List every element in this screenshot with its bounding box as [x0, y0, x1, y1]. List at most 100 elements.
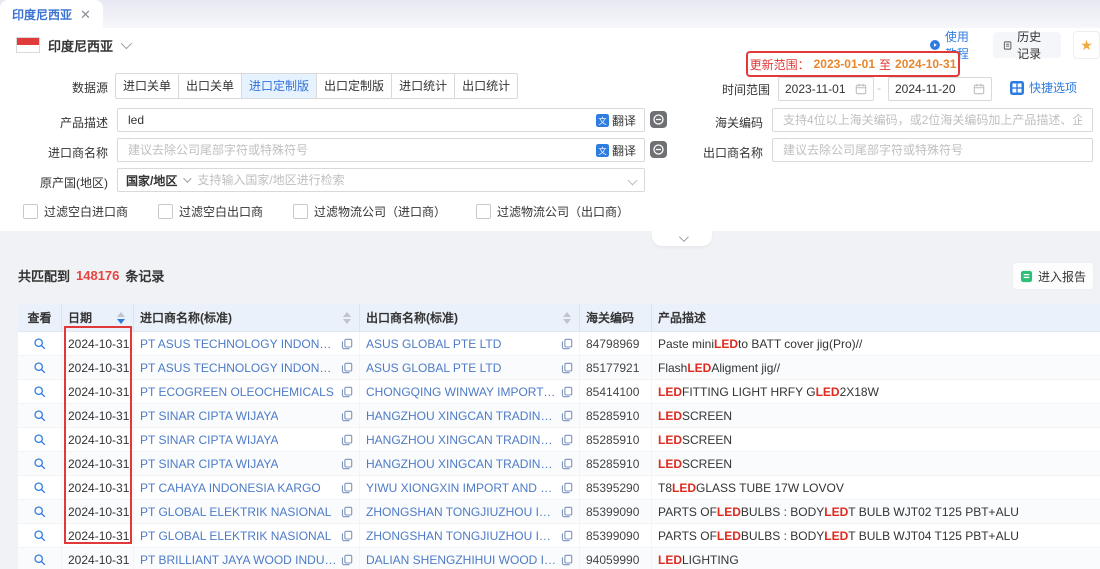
importer-link[interactable]: PT ASUS TECHNOLOGY INDONESIA BA...	[140, 337, 337, 351]
sort-asc-icon[interactable]	[117, 312, 125, 317]
copy-button[interactable]	[337, 482, 353, 494]
tab-indonesia[interactable]: 印度尼西亚 ✕	[0, 0, 103, 28]
sort-asc-icon[interactable]	[343, 312, 351, 317]
history-button[interactable]: 历史记录	[993, 32, 1061, 58]
update-range-label: 更新范围：	[750, 56, 810, 73]
view-detail-button[interactable]	[33, 553, 46, 566]
filter-checkbox-2[interactable]: 过滤物流公司（进口商）	[293, 203, 446, 220]
copy-button[interactable]	[337, 530, 353, 542]
exporter-link[interactable]: ZHONGSHAN TONGJIUZHOU INTERNA...	[366, 505, 557, 519]
data-source-tab-4[interactable]: 进口统计	[391, 73, 455, 99]
importer-link[interactable]: PT SINAR CIPTA WIJAYA	[140, 457, 278, 471]
filter-checkbox-0[interactable]: 过滤空白进口商	[23, 203, 128, 220]
importer-link[interactable]: PT GLOBAL ELEKTRIK NASIONAL	[140, 505, 331, 519]
copy-button[interactable]	[337, 554, 353, 566]
origin-search-input[interactable]	[195, 172, 623, 188]
column-header-3[interactable]: 出口商名称(标准)	[360, 304, 580, 331]
copy-button[interactable]	[557, 362, 573, 374]
importer-link[interactable]: PT CAHAYA INDONESIA KARGO	[140, 481, 321, 495]
importer-name-input[interactable]	[126, 142, 590, 158]
keyword-highlight: LED	[824, 505, 848, 519]
data-source-tab-1[interactable]: 出口关单	[178, 73, 242, 99]
importer-link[interactable]: PT GLOBAL ELEKTRIK NASIONAL	[140, 529, 331, 543]
copy-button[interactable]	[337, 338, 353, 350]
exporter-link[interactable]: HANGZHOU XINGCAN TRADING CO LTD	[366, 433, 557, 447]
view-detail-button[interactable]	[33, 457, 46, 470]
enter-report-label: 进入报告	[1038, 268, 1086, 285]
tab-close-icon[interactable]: ✕	[80, 8, 91, 21]
data-source-tab-0[interactable]: 进口关单	[115, 73, 179, 99]
favorite-button[interactable]: ★	[1073, 31, 1100, 59]
copy-button[interactable]	[337, 362, 353, 374]
copy-button[interactable]	[337, 386, 353, 398]
copy-button[interactable]	[557, 434, 573, 446]
product-desc-input[interactable]	[126, 112, 590, 128]
play-circle-icon	[930, 38, 940, 52]
view-detail-button[interactable]	[33, 505, 46, 518]
view-detail-button[interactable]	[33, 433, 46, 446]
filter-checkbox-1[interactable]: 过滤空白出口商	[158, 203, 263, 220]
column-header-2[interactable]: 进口商名称(标准)	[134, 304, 360, 331]
copy-button[interactable]	[557, 482, 573, 494]
sort-desc-icon[interactable]	[117, 319, 125, 324]
exporter-link[interactable]: YIWU XIONGXIN IMPORT AND EXPORT...	[366, 481, 557, 495]
copy-button[interactable]	[337, 458, 353, 470]
copy-button[interactable]	[337, 506, 353, 518]
product-desc-cell: LED SCREEN	[652, 404, 1100, 427]
copy-button[interactable]	[557, 530, 573, 542]
sort-asc-icon[interactable]	[563, 312, 571, 317]
exporter-link[interactable]: ASUS GLOBAL PTE LTD	[366, 361, 501, 375]
column-header-1[interactable]: 日期	[62, 304, 134, 331]
sort-carets[interactable]	[117, 312, 127, 324]
exporter-link[interactable]: CHONGQING WINWAY IMPORT AND E...	[366, 385, 557, 399]
exporter-cell: HANGZHOU XINGCAN TRADING CO LTD	[360, 428, 580, 451]
filter-checkbox-3[interactable]: 过滤物流公司（出口商）	[476, 203, 629, 220]
copy-button[interactable]	[557, 554, 573, 566]
sort-carets[interactable]	[343, 312, 353, 324]
copy-button[interactable]	[557, 410, 573, 422]
data-source-tab-3[interactable]: 出口定制版	[316, 73, 392, 99]
copy-button[interactable]	[557, 506, 573, 518]
view-detail-button[interactable]	[33, 385, 46, 398]
view-detail-button[interactable]	[33, 361, 46, 374]
collapse-panel-button[interactable]	[652, 231, 712, 246]
importer-link[interactable]: PT SINAR CIPTA WIJAYA	[140, 409, 278, 423]
data-source-tab-2[interactable]: 进口定制版	[241, 73, 317, 99]
translate-button[interactable]: 文 翻译	[596, 112, 636, 129]
importer-link[interactable]: PT ECOGREEN OLEOCHEMICALS	[140, 385, 334, 399]
view-detail-button[interactable]	[33, 337, 46, 350]
exporter-link[interactable]: ASUS GLOBAL PTE LTD	[366, 337, 501, 351]
exporter-link[interactable]: DALIAN SHENGZHIHUI WOOD INDUST...	[366, 553, 557, 567]
quick-options-button[interactable]: 快捷选项	[1010, 79, 1077, 96]
view-detail-button[interactable]	[33, 409, 46, 422]
origin-type-select[interactable]: 国家/地区	[126, 172, 189, 189]
view-detail-button[interactable]	[33, 481, 46, 494]
importer-link[interactable]: PT BRILLIANT JAYA WOOD INDUSTRY	[140, 553, 337, 567]
copy-button[interactable]	[337, 410, 353, 422]
copy-button[interactable]	[557, 338, 573, 350]
exporter-cell: HANGZHOU XINGCAN TRADING CO LTD	[360, 404, 580, 427]
exporter-name-input[interactable]	[781, 142, 1084, 158]
sort-desc-icon[interactable]	[343, 319, 351, 324]
enter-report-button[interactable]: 进入报告	[1012, 262, 1094, 290]
translate-button[interactable]: 文 翻译	[596, 142, 636, 159]
copy-button[interactable]	[557, 386, 573, 398]
copy-button[interactable]	[557, 458, 573, 470]
view-detail-button[interactable]	[33, 529, 46, 542]
copy-icon	[341, 434, 353, 446]
start-date-input[interactable]: 2023-11-01	[778, 77, 874, 101]
data-source-tab-5[interactable]: 出口统计	[454, 73, 518, 99]
end-date-input[interactable]: 2024-11-20	[888, 77, 992, 101]
sort-desc-icon[interactable]	[563, 319, 571, 324]
exporter-link[interactable]: HANGZHOU XINGCAN TRADING CO LTD	[366, 457, 557, 471]
exporter-link[interactable]: ZHONGSHAN TONGJIUZHOU INTERNA...	[366, 529, 557, 543]
importer-cell: PT SINAR CIPTA WIJAYA	[134, 452, 360, 475]
importer-link[interactable]: PT ASUS TECHNOLOGY INDONESIA BA...	[140, 361, 337, 375]
hs-code-cell: 85399090	[580, 500, 652, 523]
exporter-link[interactable]: HANGZHOU XINGCAN TRADING CO LTD	[366, 409, 557, 423]
country-selector[interactable]: 印度尼西亚	[16, 35, 129, 55]
hs-code-input[interactable]	[781, 112, 1084, 128]
sort-carets[interactable]	[563, 312, 573, 324]
importer-link[interactable]: PT SINAR CIPTA WIJAYA	[140, 433, 278, 447]
copy-button[interactable]	[337, 434, 353, 446]
